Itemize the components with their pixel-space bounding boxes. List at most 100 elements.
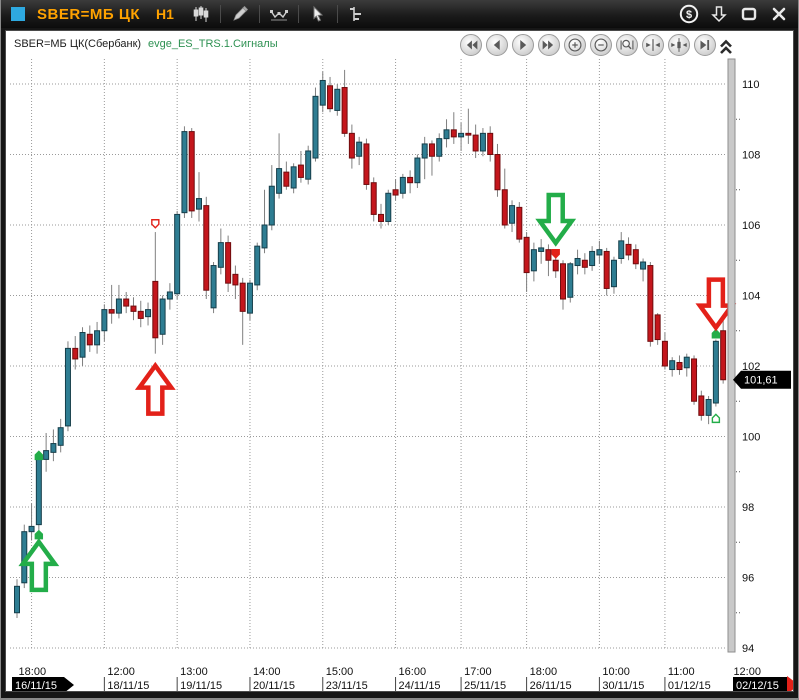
y-axis-label: 100 (742, 432, 760, 444)
candle-body (531, 250, 536, 271)
cursor-mode-button[interactable] (305, 3, 331, 25)
x-axis-date-label: 01/12/15 (668, 680, 711, 691)
arrow-down-icon (711, 5, 727, 23)
svg-text:$: $ (686, 9, 692, 21)
cursor-icon (309, 5, 327, 23)
candles-layer (15, 70, 726, 618)
candle-body (116, 299, 121, 313)
candle-body (349, 133, 354, 158)
candle-body (277, 169, 282, 194)
candle-body (255, 246, 260, 285)
candle-body (386, 193, 391, 221)
candle-body (684, 357, 689, 368)
x-axis-time-label: 13:00 (180, 666, 208, 678)
candle-body (517, 207, 522, 239)
toolbar-divider (259, 5, 260, 23)
candle-body (182, 132, 187, 213)
candle-body (451, 130, 456, 137)
candle-body (247, 283, 252, 313)
minimize-to-tray-button[interactable] (708, 4, 730, 24)
x-axis-date-label: 23/11/15 (326, 680, 368, 691)
close-button[interactable] (768, 4, 790, 24)
candle-body (706, 399, 711, 415)
candle-body (371, 183, 376, 215)
candle-body (575, 258, 580, 265)
candle-body (524, 237, 529, 272)
candle-body (80, 333, 85, 358)
candle-body (561, 264, 566, 299)
title-bar[interactable]: SBER=МБ ЦК Н1 (1, 0, 798, 28)
candle-body (313, 96, 318, 158)
candle-body (124, 299, 129, 306)
levels-button[interactable] (344, 3, 370, 25)
candle-body (233, 274, 238, 285)
pencil-icon (231, 5, 249, 23)
green-trade-marker (712, 414, 719, 422)
y-axis-label: 106 (742, 220, 760, 232)
candle-body (29, 526, 34, 531)
candle-body (15, 586, 20, 612)
x-axis-date-label: 20/11/15 (253, 680, 295, 691)
candle-body (510, 206, 515, 224)
candle-body (619, 241, 624, 259)
maximize-button[interactable] (738, 4, 760, 24)
green-trade-marker (35, 531, 42, 539)
x-axis-date-label: 19/11/15 (180, 680, 222, 691)
x-axis-time-label: 12:00 (733, 666, 761, 678)
terminal-window: SBER=МБ ЦК Н1 (0, 0, 799, 700)
chart-plot[interactable]: 110108106104102100989694101,6118:0016/11… (6, 31, 793, 691)
candle-body (320, 80, 325, 105)
price-axis: 110108106104102100989694 (728, 59, 760, 655)
candle-body (699, 396, 704, 415)
green-up-signal-arrow (23, 542, 55, 590)
maximize-icon (741, 7, 757, 21)
currency-button[interactable]: $ (678, 4, 700, 24)
instrument-color-square (11, 7, 25, 21)
y-axis-label: 110 (742, 79, 760, 91)
last-price-value: 101,61 (744, 375, 778, 387)
candle-body (102, 310, 107, 331)
y-axis-label: 96 (742, 573, 754, 585)
x-axis-date-label: 18/11/15 (107, 680, 149, 691)
candle-body (335, 89, 340, 110)
x-axis-time-label: 12:00 (107, 666, 135, 678)
candle-body (408, 177, 413, 182)
candle-body (189, 132, 194, 211)
candle-body (167, 292, 172, 299)
candle-body (393, 190, 398, 195)
x-axis-time-label: 10:00 (602, 666, 630, 678)
y-axis-label: 108 (742, 150, 760, 162)
candle-body (553, 260, 558, 271)
candle-body (197, 199, 202, 210)
close-icon (771, 7, 787, 21)
candle-body (597, 250, 602, 255)
candle-body (604, 251, 609, 288)
x-axis-time-label: 17:00 (464, 666, 492, 678)
candlestick-chart-icon (192, 5, 210, 23)
candle-body (648, 266, 653, 342)
candle-body (670, 361, 675, 370)
chart-type-button[interactable] (188, 3, 214, 25)
currency-icon: $ (679, 4, 699, 24)
candle-body (364, 144, 369, 185)
red-trade-marker (552, 250, 559, 258)
x-axis-time-label: 16:00 (399, 666, 427, 678)
candle-body (218, 243, 223, 268)
candle-body (568, 264, 573, 297)
candle-body (495, 155, 500, 190)
candle-body (713, 341, 718, 403)
gridlines (10, 59, 730, 648)
candle-body (269, 186, 274, 225)
candle-body (655, 315, 660, 340)
candle-body (415, 158, 420, 183)
red-up-signal-arrow (139, 366, 171, 414)
y-axis-label: 94 (742, 643, 754, 655)
candle-body (611, 260, 616, 286)
x-axis-date-label: 25/11/15 (464, 680, 506, 691)
levels-icon (348, 5, 366, 23)
draw-button[interactable] (227, 3, 253, 25)
candle-body (444, 130, 449, 139)
indicator-button[interactable] (266, 3, 292, 25)
candle-body (211, 266, 216, 308)
end-date-tag: 02/12/15 (736, 680, 779, 691)
